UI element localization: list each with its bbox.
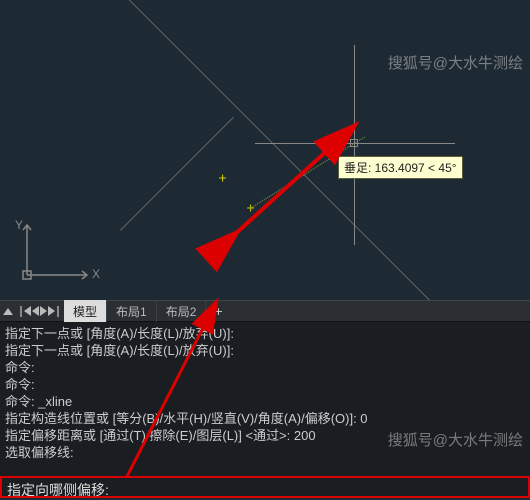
construction-line-1 (69, 0, 530, 300)
axis-x-label: X (92, 267, 100, 281)
tab-nav-last[interactable] (48, 306, 61, 317)
tab-layout2[interactable]: 布局2 (157, 300, 207, 323)
tab-nav-prev[interactable] (32, 306, 39, 316)
cmd-row: 命令: (5, 376, 525, 393)
layout-tab-bar: 模型 布局1 布局2 + (0, 300, 530, 322)
cmd-row: 命令: _xline (5, 393, 525, 410)
watermark-bottom: 搜狐号@大水牛测绘 (388, 432, 523, 449)
watermark-top: 搜狐号@大水牛测绘 (388, 52, 523, 73)
tab-layout1[interactable]: 布局1 (107, 300, 157, 323)
drawing-viewport[interactable]: + + 垂足: 163.4097 < 45° 搜狐号@大水牛测绘 (0, 0, 530, 300)
tab-nav-first[interactable] (18, 306, 31, 317)
ucs-icon: Y X (12, 220, 102, 290)
tab-nav-next[interactable] (40, 306, 47, 316)
tab-menu-icon[interactable] (3, 308, 13, 315)
command-line[interactable]: 指定向哪侧偏移: (0, 476, 530, 498)
construction-line-2 (120, 117, 234, 231)
axis-y-label: Y (15, 218, 23, 232)
snap-point-1: + (219, 175, 226, 182)
cmd-row: 指定下一点或 [角度(A)/长度(L)/放弃(U)]: (5, 342, 525, 359)
command-history[interactable]: 指定下一点或 [角度(A)/长度(L)/放弃(U)]: 指定下一点或 [角度(A… (0, 322, 530, 476)
cmd-row: 命令: (5, 359, 525, 376)
cmd-row: 指定构造线位置或 [等分(B)/水平(H)/竖直(V)/角度(A)/偏移(O)]… (5, 410, 525, 427)
cmd-row: 指定下一点或 [角度(A)/长度(L)/放弃(U)]: (5, 325, 525, 342)
command-prompt-text: 指定向哪侧偏移: (7, 482, 109, 498)
tab-add-button[interactable]: + (206, 303, 230, 319)
snap-tooltip: 垂足: 163.4097 < 45° (338, 156, 463, 179)
tab-model[interactable]: 模型 (64, 300, 107, 323)
